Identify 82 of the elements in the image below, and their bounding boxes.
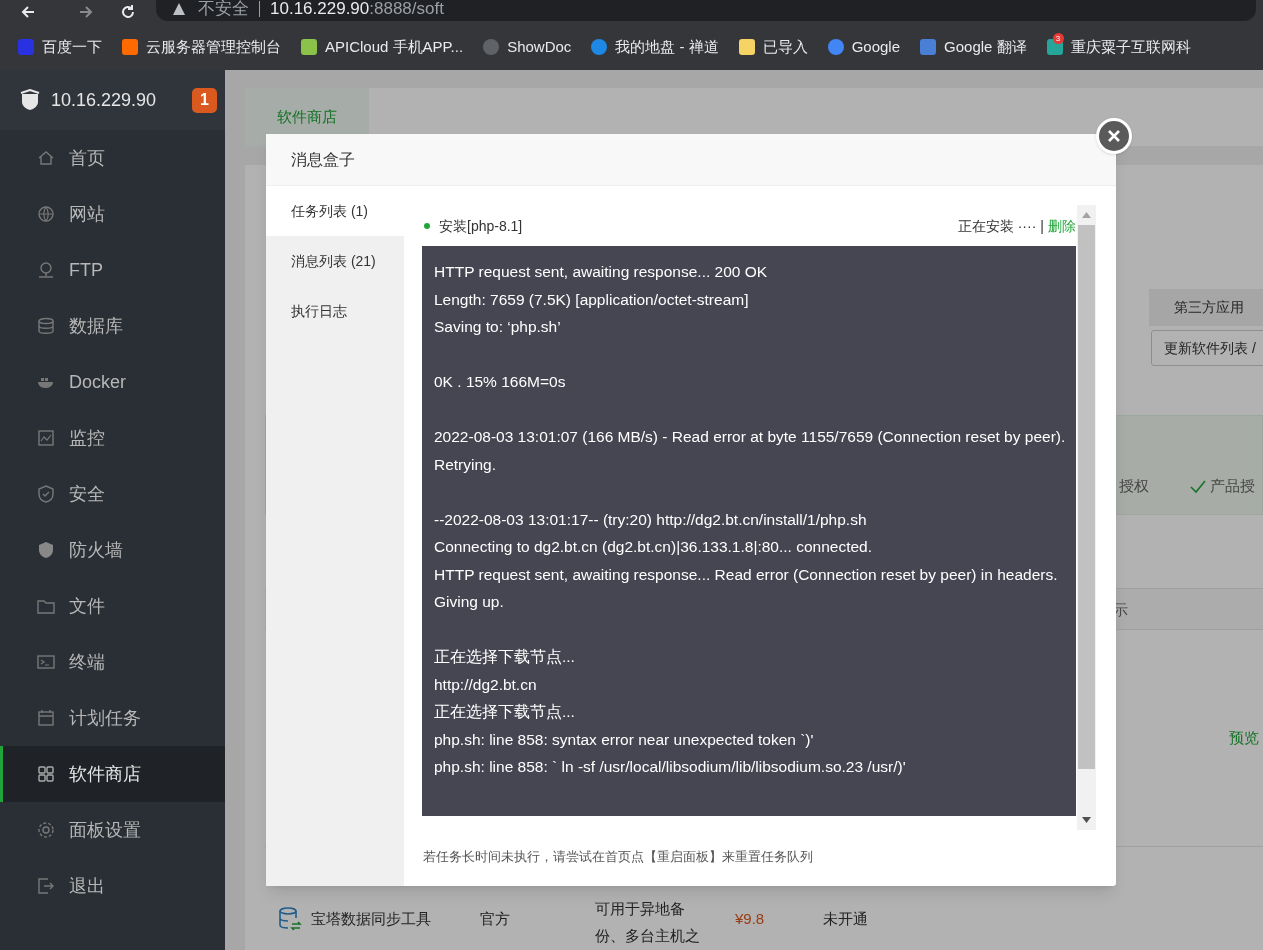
sidebar-item[interactable]: 安全 bbox=[0, 466, 225, 522]
log-line: 2022-08-03 13:01:07 (166 MB/s) - Read error at byte 1155/7659 (Connection reset by peer). Retrying. bbox=[434, 427, 1067, 475]
log-line: php.sh: line 858: syntax error near unexpected token `)' bbox=[434, 729, 815, 750]
plugin-type: 官方 bbox=[480, 909, 510, 929]
address-bar[interactable]: 不安全 10.16.229.90:8888/soft bbox=[156, 0, 1256, 21]
folder-icon bbox=[37, 597, 55, 615]
back-icon[interactable] bbox=[20, 4, 36, 20]
shield-logo-icon bbox=[19, 89, 41, 111]
separator-text: | bbox=[1040, 216, 1044, 236]
calendar-icon bbox=[37, 709, 55, 727]
database-icon bbox=[37, 317, 55, 335]
sidebar-item[interactable]: 首页 bbox=[0, 130, 225, 186]
task-name: 安装[php-8.1] bbox=[439, 216, 523, 236]
dialog-title: 消息盒子 bbox=[291, 149, 355, 170]
plugin-price: ¥9.8 bbox=[735, 909, 765, 929]
log-line: http://dg2.bt.cn bbox=[434, 674, 538, 695]
sidebar-item[interactable]: 软件商店 bbox=[0, 746, 225, 802]
third-party-tab[interactable]: 第三方应用 bbox=[1149, 289, 1263, 326]
bookmark[interactable]: ShowDoc bbox=[483, 35, 572, 59]
warning-icon bbox=[172, 2, 186, 16]
sidebar-item[interactable]: 计划任务 bbox=[0, 690, 225, 746]
product-auth-label: 产品授 bbox=[1210, 476, 1255, 496]
sidebar-item[interactable]: 终端 bbox=[0, 634, 225, 690]
plugin-description: 可用于异地备份、多台主机之 bbox=[595, 899, 701, 946]
plugin-status: 未开通 bbox=[823, 909, 868, 929]
log-line: 正在选择下载节点... bbox=[434, 702, 576, 722]
hint-text: 若任务长时间未执行，请尝试在首页点【重启面板】来重置任务队列 bbox=[423, 847, 814, 866]
bookmark[interactable]: Google 翻译 bbox=[920, 35, 1027, 59]
shield-icon bbox=[37, 541, 55, 559]
bookmark[interactable]: 云服务器管理控制台 bbox=[122, 35, 281, 59]
dialog-tab[interactable]: 任务列表 (1) bbox=[266, 186, 404, 236]
security-label: 不安全 bbox=[198, 0, 249, 21]
grid-icon bbox=[37, 765, 55, 783]
sidebar-item[interactable]: 数据库 bbox=[0, 298, 225, 354]
settings-icon bbox=[37, 821, 55, 839]
sidebar-item[interactable]: FTP bbox=[0, 242, 225, 298]
exit-icon bbox=[37, 877, 55, 895]
sidebar-item[interactable]: 文件 bbox=[0, 578, 225, 634]
notification-badge[interactable]: 1 bbox=[192, 87, 217, 113]
log-line: HTTP request sent, awaiting response... Read error (Connection reset by peer) in headers. bbox=[434, 564, 1059, 585]
sidebar-item[interactable]: Docker bbox=[0, 354, 225, 410]
task-status: 正在安装 ···· bbox=[957, 216, 1037, 236]
log-line: 正在选择下载节点... bbox=[434, 647, 576, 667]
log-line: php.sh: line 858: ` ln -sf /usr/local/libsodium/lib/libsodium.so.23 /usr/)' bbox=[434, 757, 907, 777]
sidebar-item[interactable]: 防火墙 bbox=[0, 522, 225, 578]
log-line: Length: 7659 (7.5K) [application/octet-stream] bbox=[434, 289, 750, 310]
server-address: 10.16.229.90 bbox=[51, 88, 157, 112]
log-line: Giving up. bbox=[434, 592, 505, 612]
scroll-thumb[interactable] bbox=[1078, 225, 1095, 769]
sidebar-item[interactable]: 监控 bbox=[0, 410, 225, 466]
bookmark[interactable]: 百度一下 bbox=[18, 35, 102, 59]
plugin-name: 宝塔数据同步工具 bbox=[311, 909, 431, 929]
sidebar-item[interactable]: 退出 bbox=[0, 858, 225, 914]
log-line: Connecting to dg2.bt.cn (dg2.bt.cn)|36.133.1.8|:80... connected. bbox=[434, 537, 874, 557]
count-badge: 3 bbox=[1052, 33, 1064, 44]
log-line: --2022-08-03 13:01:17-- (try:20) http://dg2.bt.cn/install/1/php.sh bbox=[434, 509, 868, 530]
log-line: Saving to: ‘php.sh’ bbox=[434, 317, 562, 337]
bookmark[interactable]: 3 重庆粟子互联网科 bbox=[1046, 35, 1191, 59]
chart-icon bbox=[37, 429, 55, 447]
sidebar-item[interactable]: 面板设置 bbox=[0, 802, 225, 858]
check-icon bbox=[1190, 480, 1206, 494]
home-icon bbox=[37, 149, 55, 167]
scroll-down-icon[interactable] bbox=[1082, 817, 1091, 823]
terminal-icon bbox=[37, 653, 55, 671]
url-text: 10.16.229.90:8888/soft bbox=[259, 1, 444, 17]
scrollbar[interactable] bbox=[1077, 205, 1096, 830]
shield-check-icon bbox=[37, 485, 55, 503]
globe-stand-icon bbox=[37, 261, 55, 279]
bookmark[interactable]: APICloud 手机APP... bbox=[301, 35, 464, 59]
auth-label: 授权 bbox=[1119, 476, 1149, 496]
bookmark[interactable]: 我的地盘 - 禅道 bbox=[591, 35, 719, 59]
database-sync-icon bbox=[278, 906, 302, 932]
log-line: 0K . 15% 166M=0s bbox=[434, 372, 567, 392]
bookmark[interactable]: Google bbox=[827, 35, 901, 59]
sidebar-item[interactable]: 网站 bbox=[0, 186, 225, 242]
bookmark[interactable]: 已导入 bbox=[738, 35, 808, 59]
reload-icon[interactable] bbox=[120, 4, 136, 20]
close-icon bbox=[1107, 129, 1121, 143]
globe-icon bbox=[37, 205, 55, 223]
forward-icon[interactable] bbox=[78, 4, 94, 20]
update-list-button[interactable]: 更新软件列表 / bbox=[1151, 330, 1263, 366]
log-line: HTTP request sent, awaiting response... 200 OK bbox=[434, 262, 769, 282]
